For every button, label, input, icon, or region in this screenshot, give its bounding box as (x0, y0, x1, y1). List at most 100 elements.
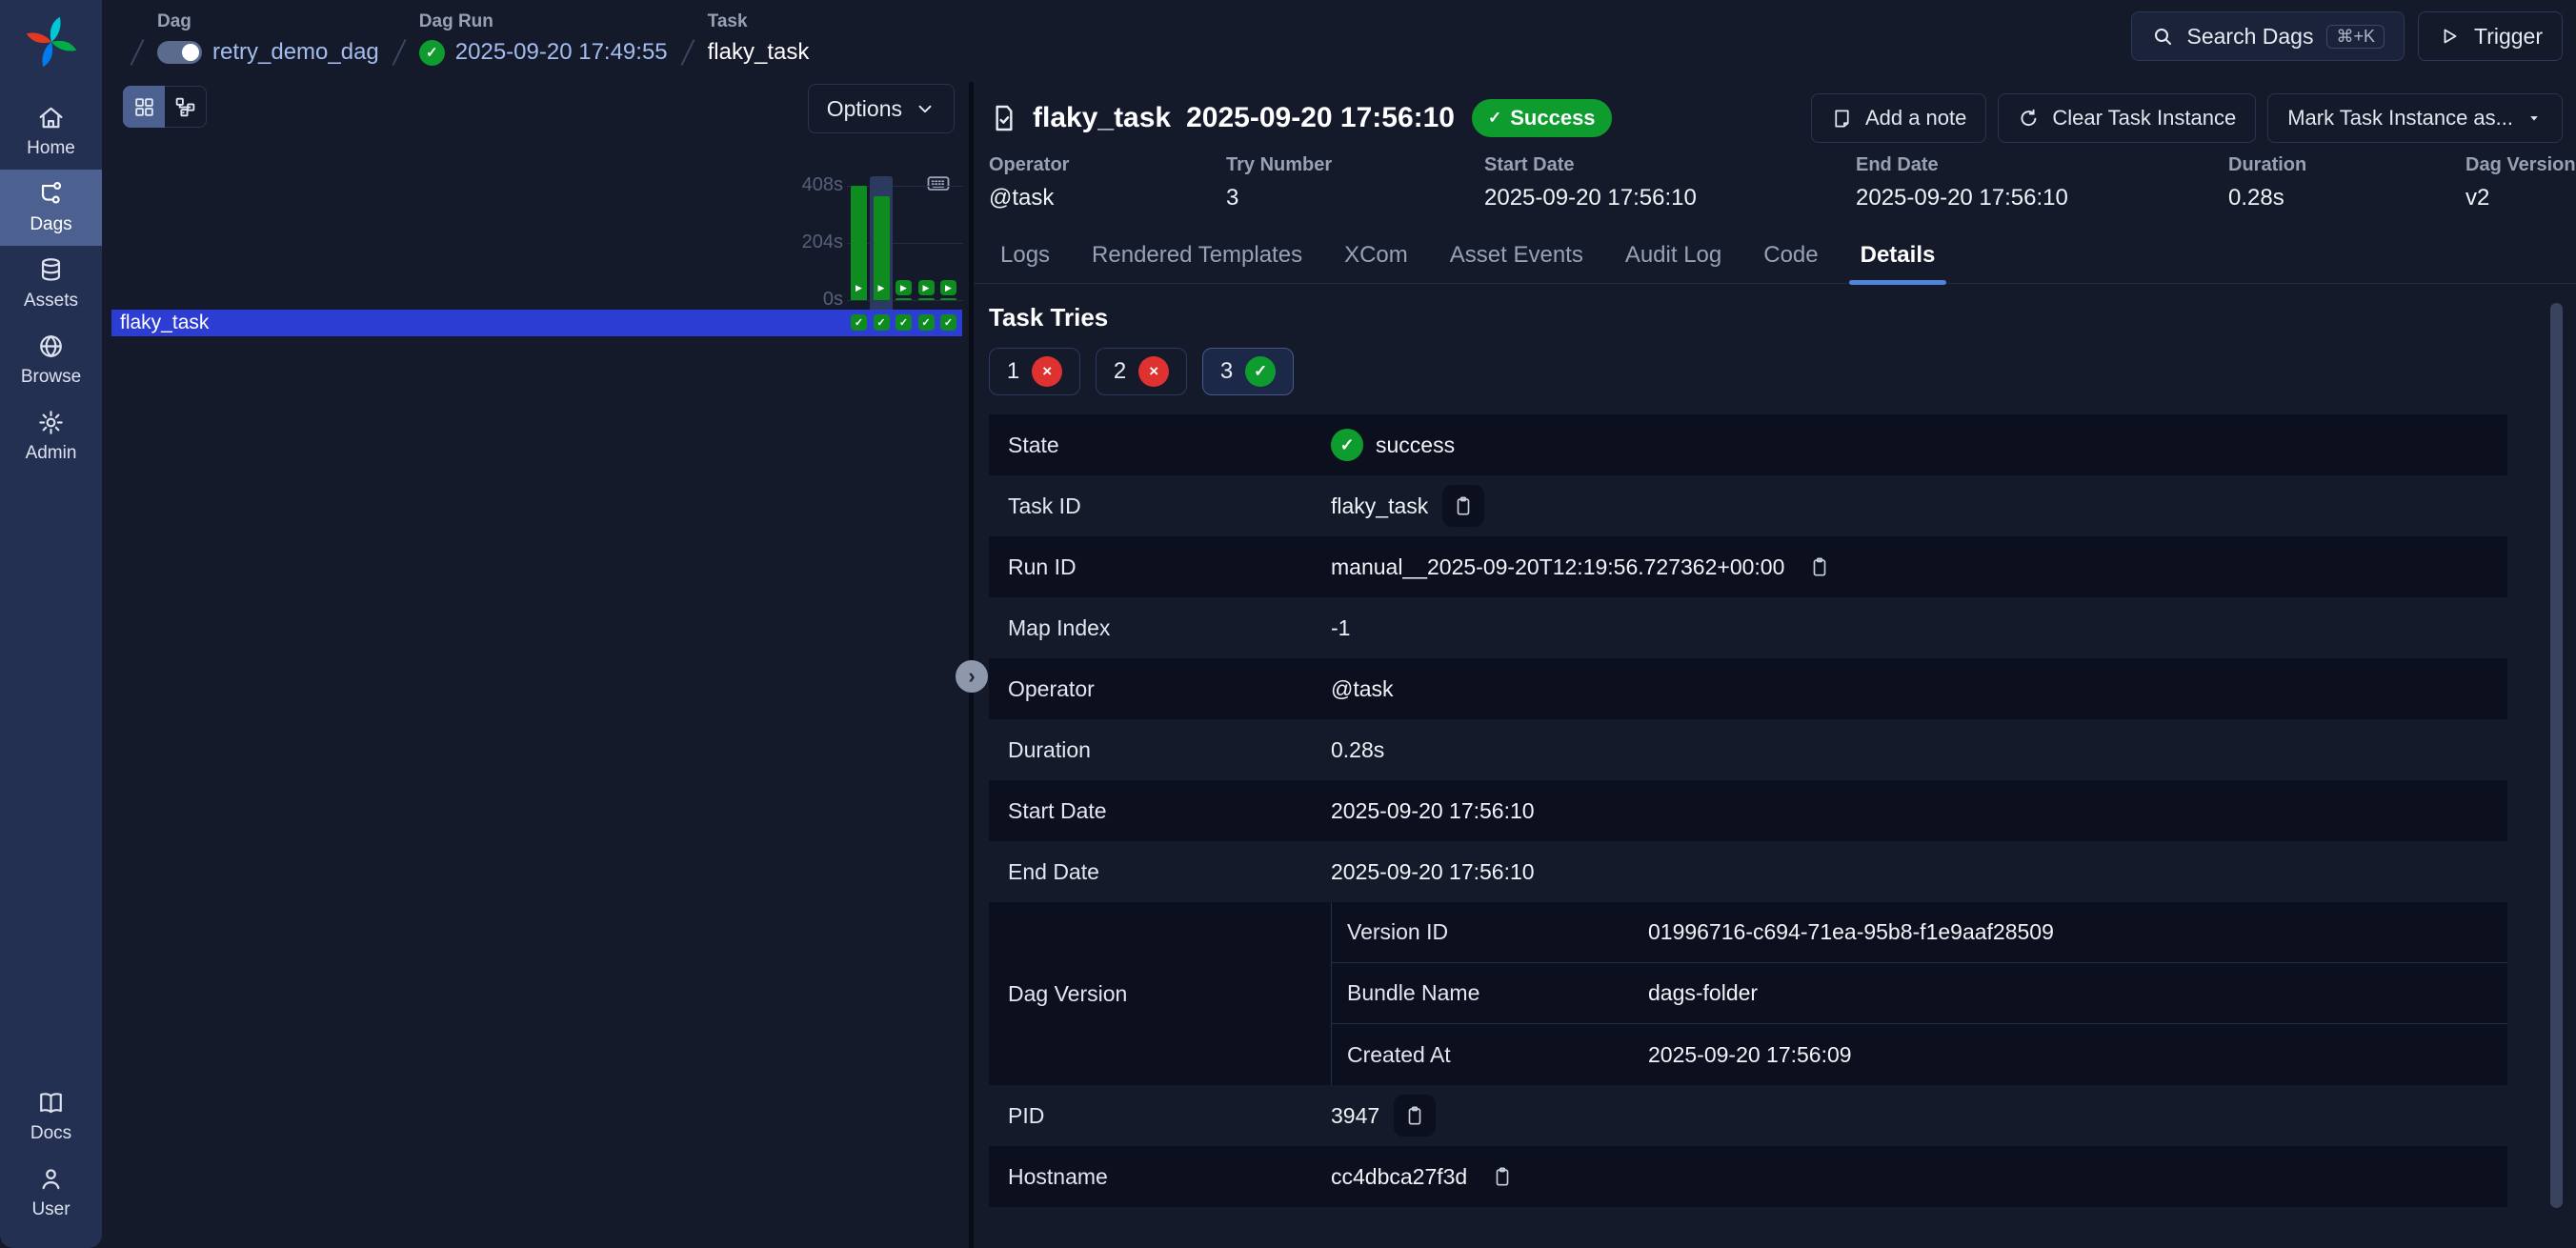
breadcrumb-value[interactable]: flaky_task (708, 39, 810, 66)
Logs[interactable]: Logs (989, 242, 1061, 283)
run-state-icon[interactable]: ▶ (940, 280, 956, 295)
airflow-logo-icon[interactable] (25, 15, 78, 69)
panel-divider[interactable]: › (969, 82, 974, 1248)
sidebar-item-label: Admin (26, 443, 77, 464)
run-state-icon[interactable]: ▶ (896, 280, 912, 295)
meta-item: Dag Version v2 (2465, 154, 2576, 211)
dag-icon (37, 180, 65, 208)
duration-bar[interactable] (896, 298, 912, 300)
table-row: Dag Version Version ID (989, 902, 2507, 1085)
copy-button[interactable] (1799, 546, 1841, 588)
duration-bar[interactable] (940, 298, 956, 300)
breadcrumb-item: Dag Run ✓ 2025-09-20 17:49:55 (419, 11, 668, 67)
run-state-icon[interactable]: ▶ (874, 280, 890, 295)
clipboard-icon (1404, 1105, 1425, 1126)
airflow-app: Home Dags Assets Browse Admin (0, 0, 2576, 1248)
run-state-icon[interactable]: ▶ (851, 280, 867, 295)
Details[interactable]: Details (1849, 242, 1947, 283)
User[interactable]: User (0, 1155, 102, 1231)
nested-table: Version ID 01996716-c694-71ea-95b8-f1e9a… (1331, 902, 2507, 1085)
task-tries: 1 × 2 × 3 ✓ (989, 348, 2576, 395)
try-button[interactable]: 2 × (1096, 348, 1187, 395)
Mark Task Instance as...[interactable]: Mark Task Instance as... (2267, 93, 2563, 143)
main-area: Dag retry_demo_dag Dag Run ✓ 2025-09-20 … (102, 0, 2576, 1248)
meta-item: Start Date 2025-09-20 17:56:10 (1484, 154, 1856, 211)
home-icon (37, 104, 65, 131)
task-instance-header: flaky_task 2025-09-20 17:56:10 ✓ Success… (974, 82, 2576, 143)
task-row-flaky-task[interactable]: flaky_task (111, 310, 962, 336)
sidebar-item-label: Dags (30, 214, 71, 235)
table-row: State ✓ success (989, 414, 2507, 475)
tab-bar: Logs Rendered Templates XCom Asset Event… (974, 242, 2576, 284)
gear-icon (37, 409, 65, 436)
XCom[interactable]: XCom (1333, 242, 1419, 283)
breadcrumb-separator (131, 39, 145, 66)
globe-icon (37, 332, 65, 360)
play-icon (2438, 25, 2461, 48)
nested-row: Version ID 01996716-c694-71ea-95b8-f1e9a… (1332, 902, 2507, 963)
clipboard-icon (1453, 495, 1474, 516)
task-tries-heading: Task Tries (989, 303, 2576, 332)
note-icon (1831, 108, 1853, 130)
user-icon (37, 1165, 65, 1193)
details-tab-content: Task Tries 1 × 2 × 3 (974, 284, 2576, 1207)
duration-bar[interactable] (918, 298, 935, 300)
status-badge: ✓ Success (1472, 99, 1612, 137)
trigger-button[interactable]: Trigger (2418, 11, 2563, 61)
Asset Events[interactable]: Asset Events (1439, 242, 1595, 283)
search-dags-button[interactable]: Search Dags ⌘+K (2131, 11, 2405, 61)
row-value: 0.28s (1331, 737, 1384, 763)
scrollbar-thumb[interactable] (2550, 303, 2563, 1208)
meta-item: End Date 2025-09-20 17:56:10 (1856, 154, 2228, 211)
Browse[interactable]: Browse (0, 322, 102, 398)
task-instance-check-icon[interactable]: ✓ (896, 314, 912, 331)
sidebar-item-label: User (31, 1199, 70, 1220)
dag-pause-toggle[interactable] (157, 41, 202, 64)
dagrun-success-icon: ✓ (419, 40, 445, 66)
Assets[interactable]: Assets (0, 246, 102, 322)
breadcrumb-label: Dag Run (419, 11, 668, 32)
collapse-panel-handle[interactable]: › (956, 660, 988, 693)
Admin[interactable]: Admin (0, 398, 102, 474)
Add a note[interactable]: Add a note (1811, 93, 1986, 143)
breadcrumb-label: Dag (157, 11, 379, 32)
breadcrumb-value[interactable]: retry_demo_dag (212, 39, 379, 66)
clipboard-icon (1809, 556, 1830, 577)
breadcrumb-item: Task flaky_task (708, 11, 810, 67)
breadcrumb-separator (680, 39, 694, 66)
row-value: manual__2025-09-20T12:19:56.727362+00:00 (1331, 554, 1784, 580)
task-instance-check-icon[interactable]: ✓ (851, 314, 867, 331)
Dags[interactable]: Dags (0, 170, 102, 246)
chart-tick-label: 204s (775, 231, 843, 253)
task-instance-check-icon[interactable]: ✓ (918, 314, 935, 331)
task-instance-check-icon[interactable]: ✓ (940, 314, 956, 331)
copy-button[interactable] (1442, 485, 1484, 527)
meta-item: Duration 0.28s (2228, 154, 2465, 211)
table-row: End Date 2025-09-20 17:56:10 (989, 841, 2507, 902)
try-button[interactable]: 3 ✓ (1202, 348, 1294, 395)
Rendered Templates[interactable]: Rendered Templates (1080, 242, 1314, 283)
row-value: 2025-09-20 17:56:10 (1331, 859, 1535, 885)
Home[interactable]: Home (0, 93, 102, 170)
Audit Log[interactable]: Audit Log (1614, 242, 1733, 283)
chart-tick-label: 408s (775, 174, 843, 196)
success-icon: ✓ (1331, 429, 1363, 461)
copy-button[interactable] (1481, 1156, 1523, 1198)
sidebar-spacer (0, 474, 102, 1078)
row-value: 2025-09-20 17:56:10 (1331, 798, 1535, 824)
run-state-icon[interactable]: ▶ (918, 280, 935, 295)
chart-tick-label: 0s (775, 289, 843, 311)
Clear Task Instance[interactable]: Clear Task Instance (1998, 93, 2256, 143)
copy-button[interactable] (1394, 1095, 1436, 1137)
breadcrumb-separator (392, 39, 406, 66)
chart-gridline (847, 300, 963, 301)
sidebar-item-label: Docs (30, 1123, 71, 1144)
sidebar: Home Dags Assets Browse Admin (0, 0, 102, 1248)
task-meta: Operator @task Try Number 3 Start Date 2… (974, 154, 2576, 211)
Code[interactable]: Code (1752, 242, 1829, 283)
try-button[interactable]: 1 × (989, 348, 1080, 395)
task-instance-check-icon[interactable]: ✓ (874, 314, 890, 331)
task-instance-panel: flaky_task 2025-09-20 17:56:10 ✓ Success… (974, 82, 2576, 1248)
Docs[interactable]: Docs (0, 1078, 102, 1155)
breadcrumb-value[interactable]: 2025-09-20 17:49:55 (455, 39, 668, 66)
